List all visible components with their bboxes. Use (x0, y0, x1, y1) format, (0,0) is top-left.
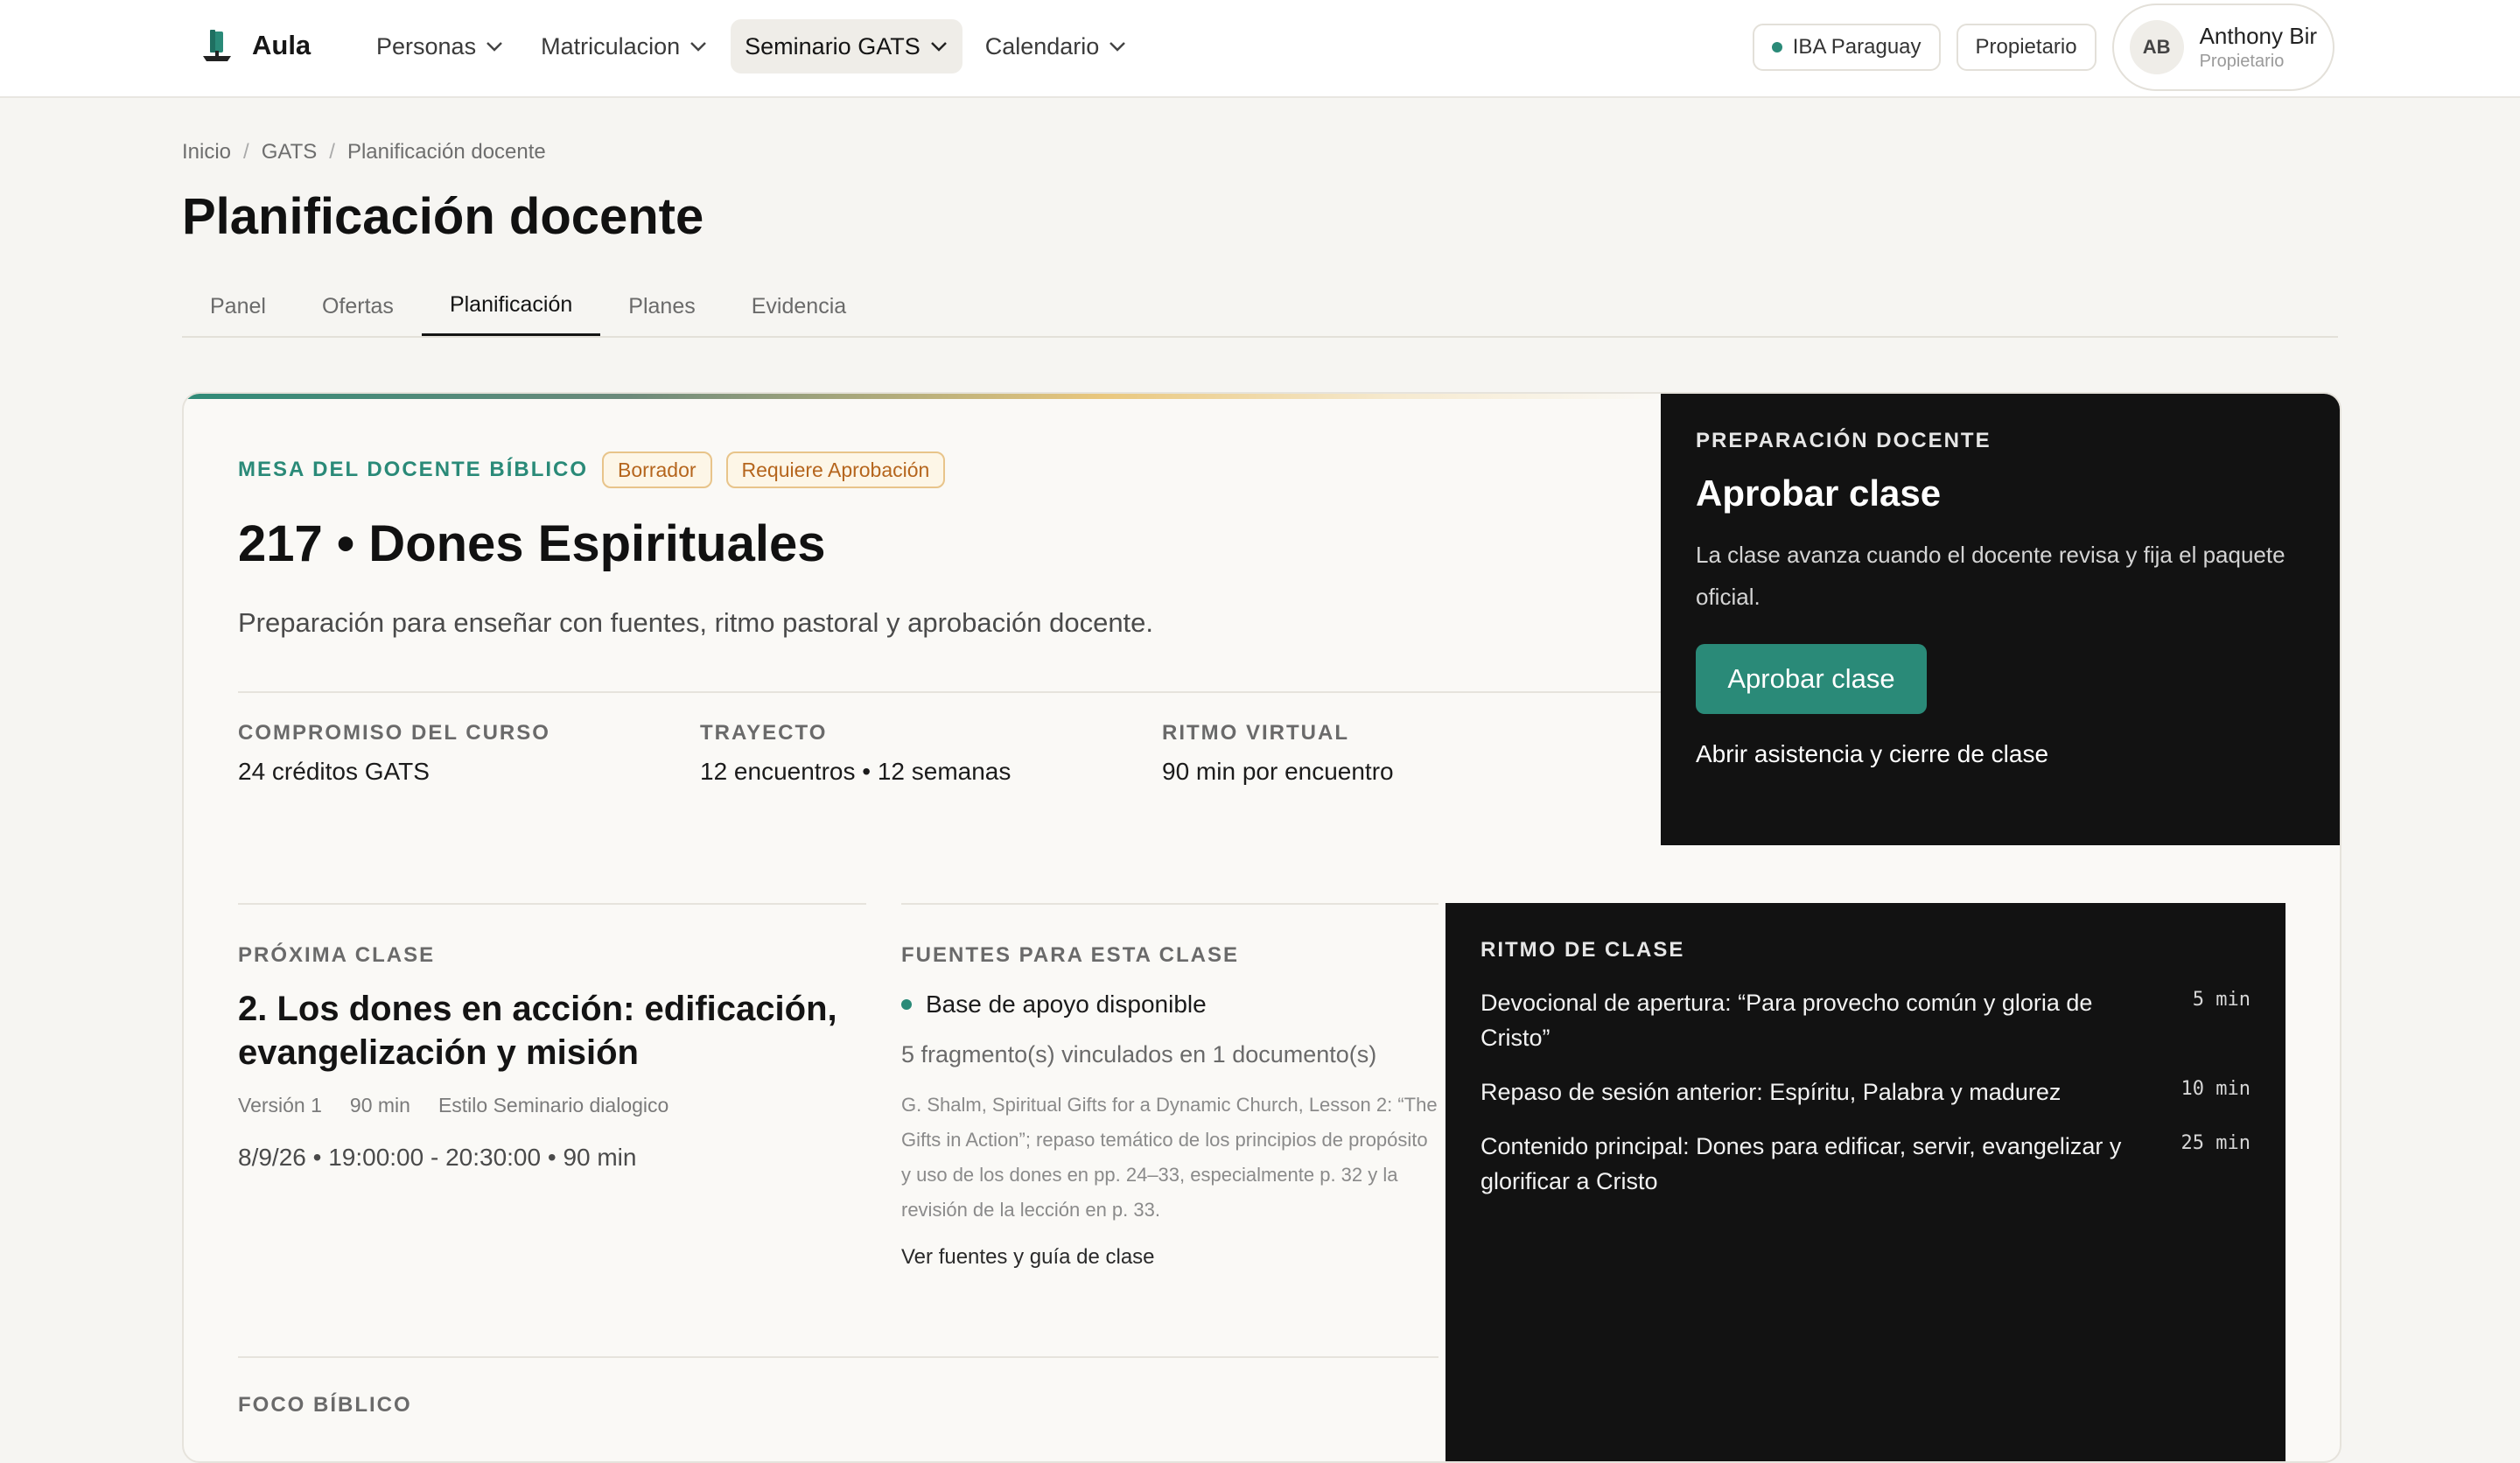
chevron-down-icon (1110, 42, 1126, 52)
teacher-prep-panel: PREPARACIÓN DOCENTE Aprobar clase La cla… (1661, 394, 2340, 845)
rhythm-item-duration: 25 min (2180, 1132, 2250, 1154)
course-stats: COMPROMISO DEL CURSO 24 créditos GATS TR… (238, 721, 1624, 786)
divider (238, 691, 1662, 693)
stat-label: COMPROMISO DEL CURSO (238, 721, 550, 745)
nav-label: Matriculacion (541, 32, 681, 60)
breadcrumb-item-current: Planificación docente (346, 140, 546, 164)
prep-kicker: PREPARACIÓN DOCENTE (1696, 429, 1992, 452)
book-stand-icon (203, 30, 231, 61)
divider (238, 903, 866, 905)
stat-value: 90 min por encuentro (1162, 758, 1394, 785)
prep-title: Aprobar clase (1696, 472, 1942, 514)
course-title: 217 • Dones Espirituales (238, 515, 826, 572)
tab-evidencia[interactable]: Evidencia (724, 276, 874, 336)
duration-label: 90 min (349, 1094, 410, 1116)
view-sources-link[interactable]: Ver fuentes y guía de clase (901, 1245, 1438, 1270)
sources-status-text: Base de apoyo disponible (926, 990, 1207, 1018)
user-menu[interactable]: AB Anthony Bir Propietario (2111, 4, 2334, 91)
stat-compromiso: COMPROMISO DEL CURSO 24 créditos GATS (238, 721, 700, 786)
tab-planificacion[interactable]: Planificación (421, 276, 601, 336)
sources-count: 5 fragmento(s) vinculados en 1 documento… (901, 1041, 1377, 1068)
nav-seminario-gats[interactable]: Seminario GATS (731, 19, 962, 74)
status-badge-draft: Borrador (602, 452, 712, 488)
nav-label: Calendario (984, 32, 1100, 60)
status-dot-icon (901, 999, 912, 1010)
next-class-title: 2. Los dones en acción: edificación, eva… (238, 990, 837, 1072)
divider (901, 903, 1438, 905)
breadcrumb-item-gats[interactable]: GATS (262, 140, 318, 164)
breadcrumb: Inicio / GATS / Planificación docente (182, 140, 546, 164)
user-name: Anthony Bir (2199, 23, 2317, 49)
breadcrumb-item-inicio[interactable]: Inicio (182, 140, 231, 164)
next-class-meta: Versión 1 90 min Estilo Seminario dialog… (238, 1094, 866, 1117)
next-class-label: PRÓXIMA CLASE (238, 943, 436, 967)
top-navigation-bar: Aula Personas Matriculacion Seminario GA… (0, 0, 2520, 98)
course-kicker-row: MESA DEL DOCENTE BÍBLICO Borrador Requie… (238, 452, 946, 488)
section-tabs: Panel Ofertas Planificación Planes Evide… (182, 276, 2338, 338)
rhythm-item-text: Devocional de apertura: “Para provecho c… (1480, 990, 2093, 1051)
nav-label: Personas (376, 32, 477, 60)
nav-label: Seminario GATS (745, 32, 920, 60)
style-label: Estilo Seminario dialogico (438, 1094, 669, 1116)
course-kicker: MESA DEL DOCENTE BÍBLICO (238, 458, 589, 481)
chevron-down-icon (690, 42, 707, 52)
stat-label: TRAYECTO (700, 721, 828, 745)
rhythm-item-duration: 10 min (2180, 1078, 2250, 1100)
user-role: Propietario (2199, 52, 2285, 71)
chevron-down-icon (486, 42, 502, 52)
approve-class-button[interactable]: Aprobar clase (1696, 644, 1927, 714)
status-dot-icon (1771, 42, 1782, 52)
chevron-down-icon (930, 42, 947, 52)
rhythm-label: RITMO DE CLASE (1480, 938, 1685, 962)
nav-matriculacion[interactable]: Matriculacion (527, 19, 722, 74)
list-item: Contenido principal: Dones para edificar… (1480, 1129, 2250, 1199)
app-name: Aula (252, 30, 312, 60)
next-class-section: PRÓXIMA CLASE 2. Los dones en acción: ed… (238, 903, 866, 1172)
attendance-close-link[interactable]: Abrir asistencia y cierre de clase (1696, 740, 2305, 768)
main-nav: Personas Matriculacion Seminario GATS Ca… (362, 19, 1141, 74)
nav-calendario[interactable]: Calendario (971, 19, 1142, 74)
header-tools: IBA Paraguay Propietario AB Anthony Bir … (1752, 4, 2334, 91)
user-info: Anthony Bir Propietario (2200, 22, 2317, 73)
breadcrumb-separator: / (243, 140, 249, 164)
tab-planes[interactable]: Planes (600, 276, 723, 336)
sources-section: FUENTES PARA ESTA CLASE Base de apoyo di… (901, 903, 1438, 1270)
breadcrumb-separator: / (329, 140, 335, 164)
class-rhythm-panel: RITMO DE CLASE Devocional de apertura: “… (1446, 903, 2286, 1461)
rhythm-item-duration: 5 min (2192, 989, 2250, 1011)
org-selector[interactable]: IBA Paraguay (1752, 24, 1941, 71)
list-item: Repaso de sesión anterior: Espíritu, Pal… (1480, 1074, 2250, 1110)
version-label: Versión 1 (238, 1094, 322, 1116)
status-badge-approval: Requiere Aprobación (725, 452, 946, 488)
biblical-focus-label: FOCO BÍBLICO (238, 1393, 412, 1417)
list-item: Devocional de apertura: “Para provecho c… (1480, 985, 2250, 1055)
stat-value: 24 créditos GATS (238, 758, 430, 785)
app-logo[interactable]: Aula (200, 26, 311, 65)
stat-label: RITMO VIRTUAL (1162, 721, 1349, 745)
divider (238, 1356, 1438, 1358)
tab-ofertas[interactable]: Ofertas (294, 276, 422, 336)
sources-description: G. Shalm, Spiritual Gifts for a Dynamic … (901, 1094, 1438, 1221)
org-name: IBA Paraguay (1792, 35, 1922, 59)
rhythm-list: Devocional de apertura: “Para provecho c… (1480, 985, 2250, 1199)
nav-personas[interactable]: Personas (362, 19, 518, 74)
sources-status: Base de apoyo disponible (901, 990, 1438, 1018)
course-card: MESA DEL DOCENTE BÍBLICO Borrador Requie… (182, 392, 2342, 1463)
stat-value: 12 encuentros • 12 semanas (700, 758, 1012, 785)
role-chip[interactable]: Propietario (1956, 24, 2096, 71)
avatar: AB (2129, 20, 2184, 74)
tab-panel[interactable]: Panel (182, 276, 294, 336)
prep-description: La clase avanza cuando el docente revisa… (1696, 542, 2286, 610)
sources-label: FUENTES PARA ESTA CLASE (901, 943, 1240, 967)
course-subtitle: Preparación para enseñar con fuentes, ri… (238, 607, 1154, 638)
rhythm-item-text: Repaso de sesión anterior: Espíritu, Pal… (1480, 1079, 2062, 1105)
stat-ritmo-virtual: RITMO VIRTUAL 90 min por encuentro (1162, 721, 1624, 786)
next-class-schedule: 8/9/26 • 19:00:00 - 20:30:00 • 90 min (238, 1144, 637, 1171)
accent-gradient-bar (184, 394, 1662, 399)
page-title: Planificación docente (182, 188, 704, 245)
rhythm-item-text: Contenido principal: Dones para edificar… (1480, 1133, 2122, 1194)
role-label: Propietario (1975, 35, 2077, 59)
stat-trayecto: TRAYECTO 12 encuentros • 12 semanas (700, 721, 1162, 786)
